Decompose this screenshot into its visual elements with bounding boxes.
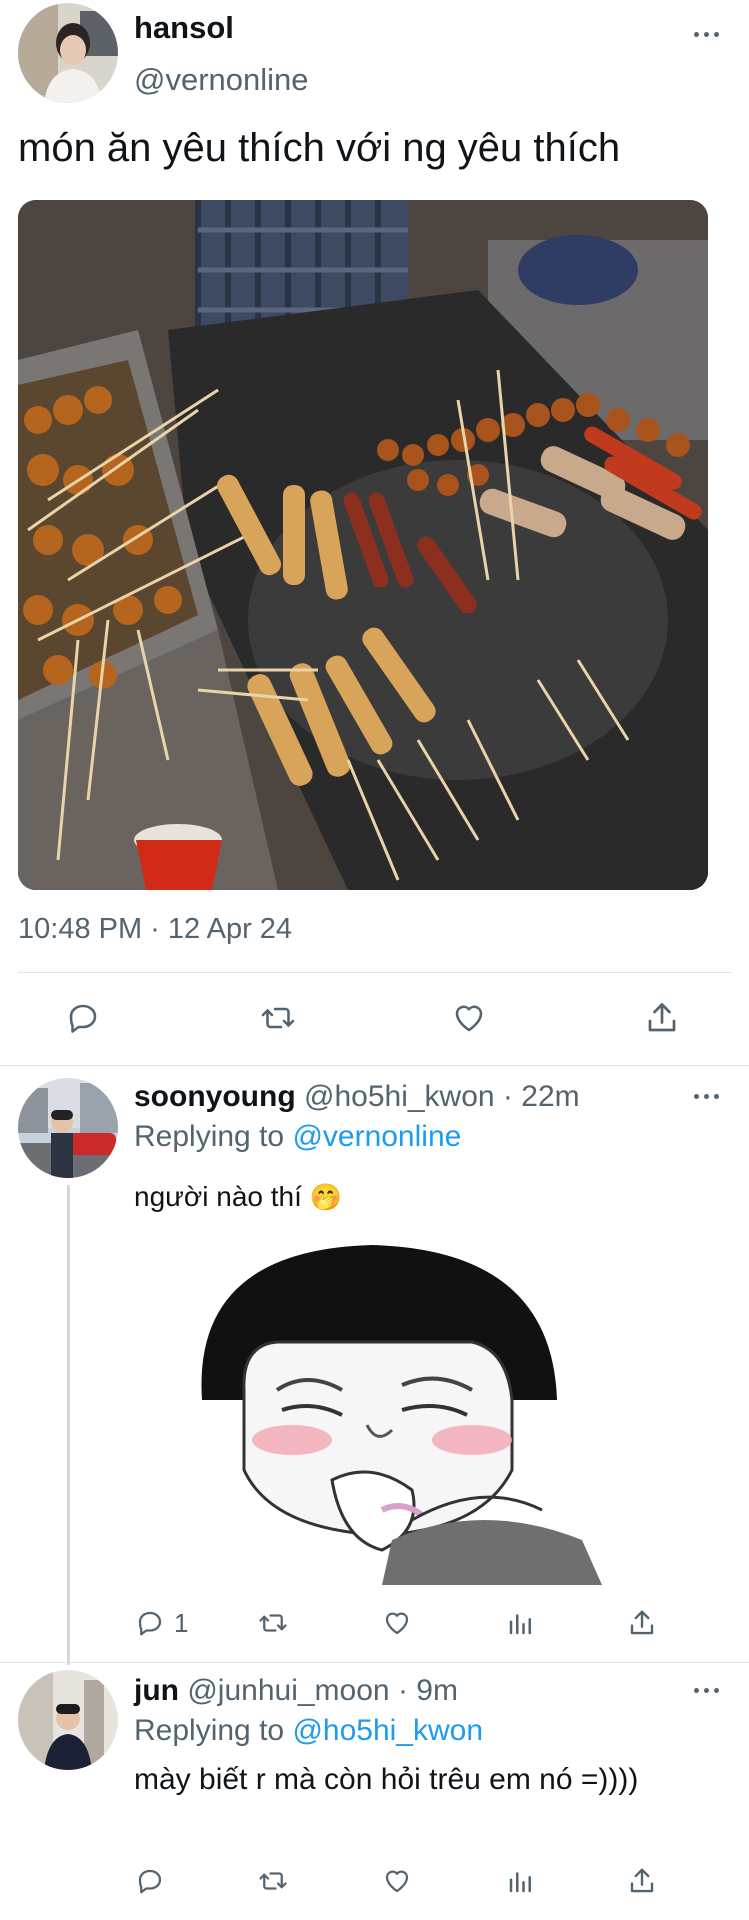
- retweet-icon: [258, 1000, 298, 1036]
- replying-to-handle[interactable]: @vernonline: [292, 1120, 461, 1153]
- share-icon: [644, 1000, 680, 1036]
- author-handle[interactable]: @junhui_moon: [187, 1674, 389, 1707]
- more-options-icon[interactable]: [694, 29, 724, 39]
- reply-sticker[interactable]: [182, 1240, 638, 1585]
- reply-icon: [134, 1866, 166, 1896]
- avatar[interactable]: [18, 1078, 118, 1178]
- separator: ·: [502, 1080, 513, 1113]
- thread-line: [67, 1185, 70, 1665]
- tweet-photo[interactable]: [18, 200, 708, 890]
- replying-to: Replying to @ho5hi_kwon: [134, 1712, 483, 1750]
- reply-count: 1: [174, 1608, 189, 1638]
- replying-to-label: Replying to: [134, 1120, 285, 1153]
- replying-to-handle[interactable]: @ho5hi_kwon: [292, 1714, 483, 1747]
- avatar[interactable]: [18, 1670, 118, 1770]
- divider: [0, 1065, 749, 1066]
- reply-text-content: người nào thí: [134, 1181, 302, 1212]
- replying-to: Replying to @vernonline: [134, 1118, 461, 1156]
- retweet-button[interactable]: [256, 1608, 290, 1638]
- divider: [0, 1662, 749, 1663]
- reply-button[interactable]: [64, 1000, 102, 1036]
- share-button[interactable]: [644, 1000, 680, 1036]
- heart-icon: [381, 1866, 413, 1896]
- reply-button[interactable]: [134, 1866, 166, 1896]
- like-button[interactable]: [381, 1608, 413, 1638]
- more-options-icon[interactable]: [694, 1091, 724, 1101]
- reply-text: mày biết r mà còn hỏi trêu em nó =)))): [134, 1763, 639, 1796]
- share-button[interactable]: [627, 1608, 657, 1638]
- analytics-icon: [506, 1866, 536, 1896]
- like-button[interactable]: [381, 1866, 413, 1896]
- author-name[interactable]: jun: [134, 1674, 179, 1707]
- reply-icon: [134, 1608, 166, 1638]
- reply-header: jun @junhui_moon · 9m: [134, 1672, 458, 1710]
- reply-header: soonyoung @ho5hi_kwon · 22m: [134, 1078, 580, 1116]
- retweet-icon: [256, 1866, 290, 1896]
- share-icon: [627, 1608, 657, 1638]
- share-button[interactable]: [627, 1866, 657, 1896]
- retweet-icon: [256, 1608, 290, 1638]
- author-handle[interactable]: @vernonline: [134, 62, 309, 98]
- divider: [18, 972, 731, 973]
- author-handle[interactable]: @ho5hi_kwon: [304, 1080, 495, 1113]
- tweet-text: món ăn yêu thích với ng yêu thích: [18, 126, 621, 170]
- reply-age[interactable]: 22m: [521, 1080, 579, 1113]
- author-name[interactable]: soonyoung: [134, 1080, 296, 1113]
- reply-text: người nào thí 🤭: [134, 1178, 342, 1216]
- share-icon: [627, 1866, 657, 1896]
- retweet-button[interactable]: [256, 1866, 290, 1896]
- heart-icon: [381, 1608, 413, 1638]
- author-name[interactable]: hansol: [134, 10, 234, 46]
- reply-icon: [64, 1000, 102, 1036]
- retweet-button[interactable]: [258, 1000, 298, 1036]
- heart-icon: [450, 1000, 488, 1036]
- reply-button[interactable]: 1: [134, 1608, 188, 1638]
- emoji: 🤭: [309, 1182, 343, 1212]
- analytics-button[interactable]: [506, 1608, 536, 1638]
- reply-age[interactable]: 9m: [416, 1674, 458, 1707]
- analytics-button[interactable]: [506, 1866, 536, 1896]
- analytics-icon: [506, 1608, 536, 1638]
- separator: ·: [397, 1674, 408, 1707]
- replying-to-label: Replying to: [134, 1714, 285, 1747]
- like-button[interactable]: [450, 1000, 488, 1036]
- avatar[interactable]: [18, 3, 118, 103]
- tweet-timestamp[interactable]: 10:48 PM · 12 Apr 24: [18, 912, 292, 946]
- more-options-icon[interactable]: [694, 1685, 724, 1695]
